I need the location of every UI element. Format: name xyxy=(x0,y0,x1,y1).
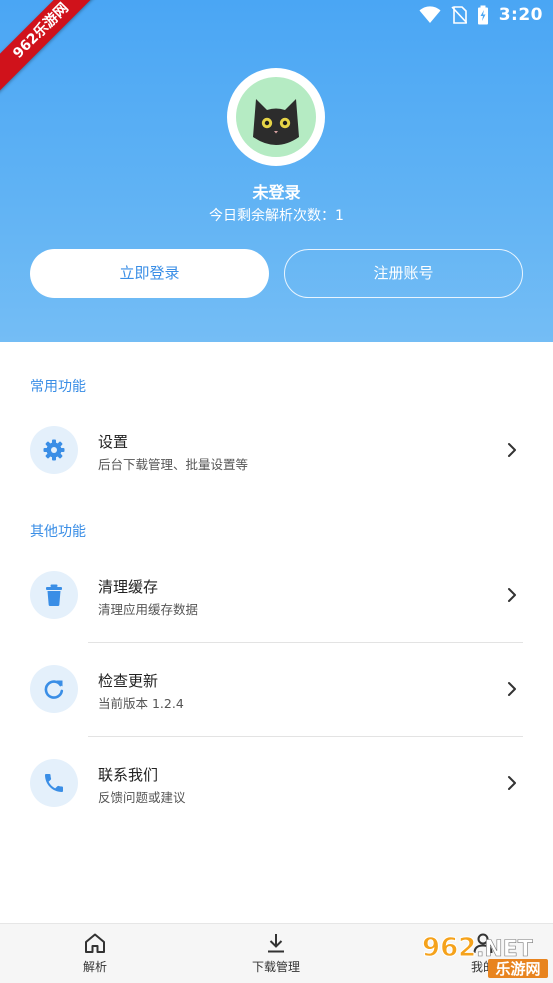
no-sim-icon xyxy=(451,6,467,24)
site-watermark-logo: 962 .NET 乐游网 xyxy=(422,933,548,978)
wifi-icon xyxy=(419,6,441,23)
settings-icon-circle xyxy=(30,426,78,474)
svg-text:.NET: .NET xyxy=(476,937,533,962)
profile-header: 3:20 962乐游网 未登录 今日剩余解析次数：1 立即登录 注册账号 xyxy=(0,0,553,342)
home-icon xyxy=(85,933,105,953)
chevron-right-icon xyxy=(508,776,516,790)
clear-cache-subtitle: 清理应用缓存数据 xyxy=(98,602,199,617)
section-title-other: 其他功能 xyxy=(30,524,86,540)
avatar[interactable] xyxy=(227,68,325,166)
check-update-title: 检查更新 xyxy=(98,672,159,690)
settings-subtitle: 后台下载管理、批量设置等 xyxy=(98,457,249,472)
chevron-right-icon xyxy=(508,443,516,457)
contact-us-subtitle: 反馈问题或建议 xyxy=(98,790,186,805)
remaining-parse-count: 今日剩余解析次数：1 xyxy=(209,208,344,224)
status-time: 3:20 xyxy=(498,5,543,25)
section-title-common: 常用功能 xyxy=(30,379,86,395)
refresh-icon xyxy=(44,680,64,699)
nav-tab-parse[interactable]: 解析 xyxy=(25,924,165,983)
settings-title: 设置 xyxy=(98,433,129,451)
svg-text:962: 962 xyxy=(422,933,476,963)
clear-cache-title: 清理缓存 xyxy=(98,578,159,596)
contact-us-icon-circle xyxy=(30,759,78,807)
app-version: 当前版本 1.2.4 xyxy=(98,696,184,711)
chevron-right-icon xyxy=(508,588,516,602)
black-cat-avatar-icon xyxy=(236,77,316,157)
svg-text:乐游网: 乐游网 xyxy=(495,960,540,978)
phone-icon xyxy=(45,774,63,792)
user-name: 未登录 xyxy=(252,183,301,202)
nav-label-parse: 解析 xyxy=(82,960,107,974)
contact-us-title: 联系我们 xyxy=(98,766,159,784)
status-icons: 3:20 xyxy=(419,4,543,26)
gear-icon xyxy=(43,439,65,461)
nav-label-downloads: 下载管理 xyxy=(251,960,300,974)
check-update-row[interactable]: 检查更新 当前版本 1.2.4 xyxy=(0,642,553,736)
register-button[interactable]: 注册账号 xyxy=(284,249,523,298)
nav-tab-downloads[interactable]: 下载管理 xyxy=(206,924,346,983)
battery-charging-icon xyxy=(477,5,488,25)
download-icon xyxy=(268,934,284,953)
settings-row[interactable]: 设置 后台下载管理、批量设置等 xyxy=(0,403,553,497)
check-update-icon-circle xyxy=(30,665,78,713)
trash-icon xyxy=(46,584,62,606)
chevron-right-icon xyxy=(508,682,516,696)
contact-us-row[interactable]: 联系我们 反馈问题或建议 xyxy=(0,736,553,830)
login-button[interactable]: 立即登录 xyxy=(30,249,269,298)
clear-cache-row[interactable]: 清理缓存 清理应用缓存数据 xyxy=(0,548,553,642)
clear-cache-icon-circle xyxy=(30,571,78,619)
